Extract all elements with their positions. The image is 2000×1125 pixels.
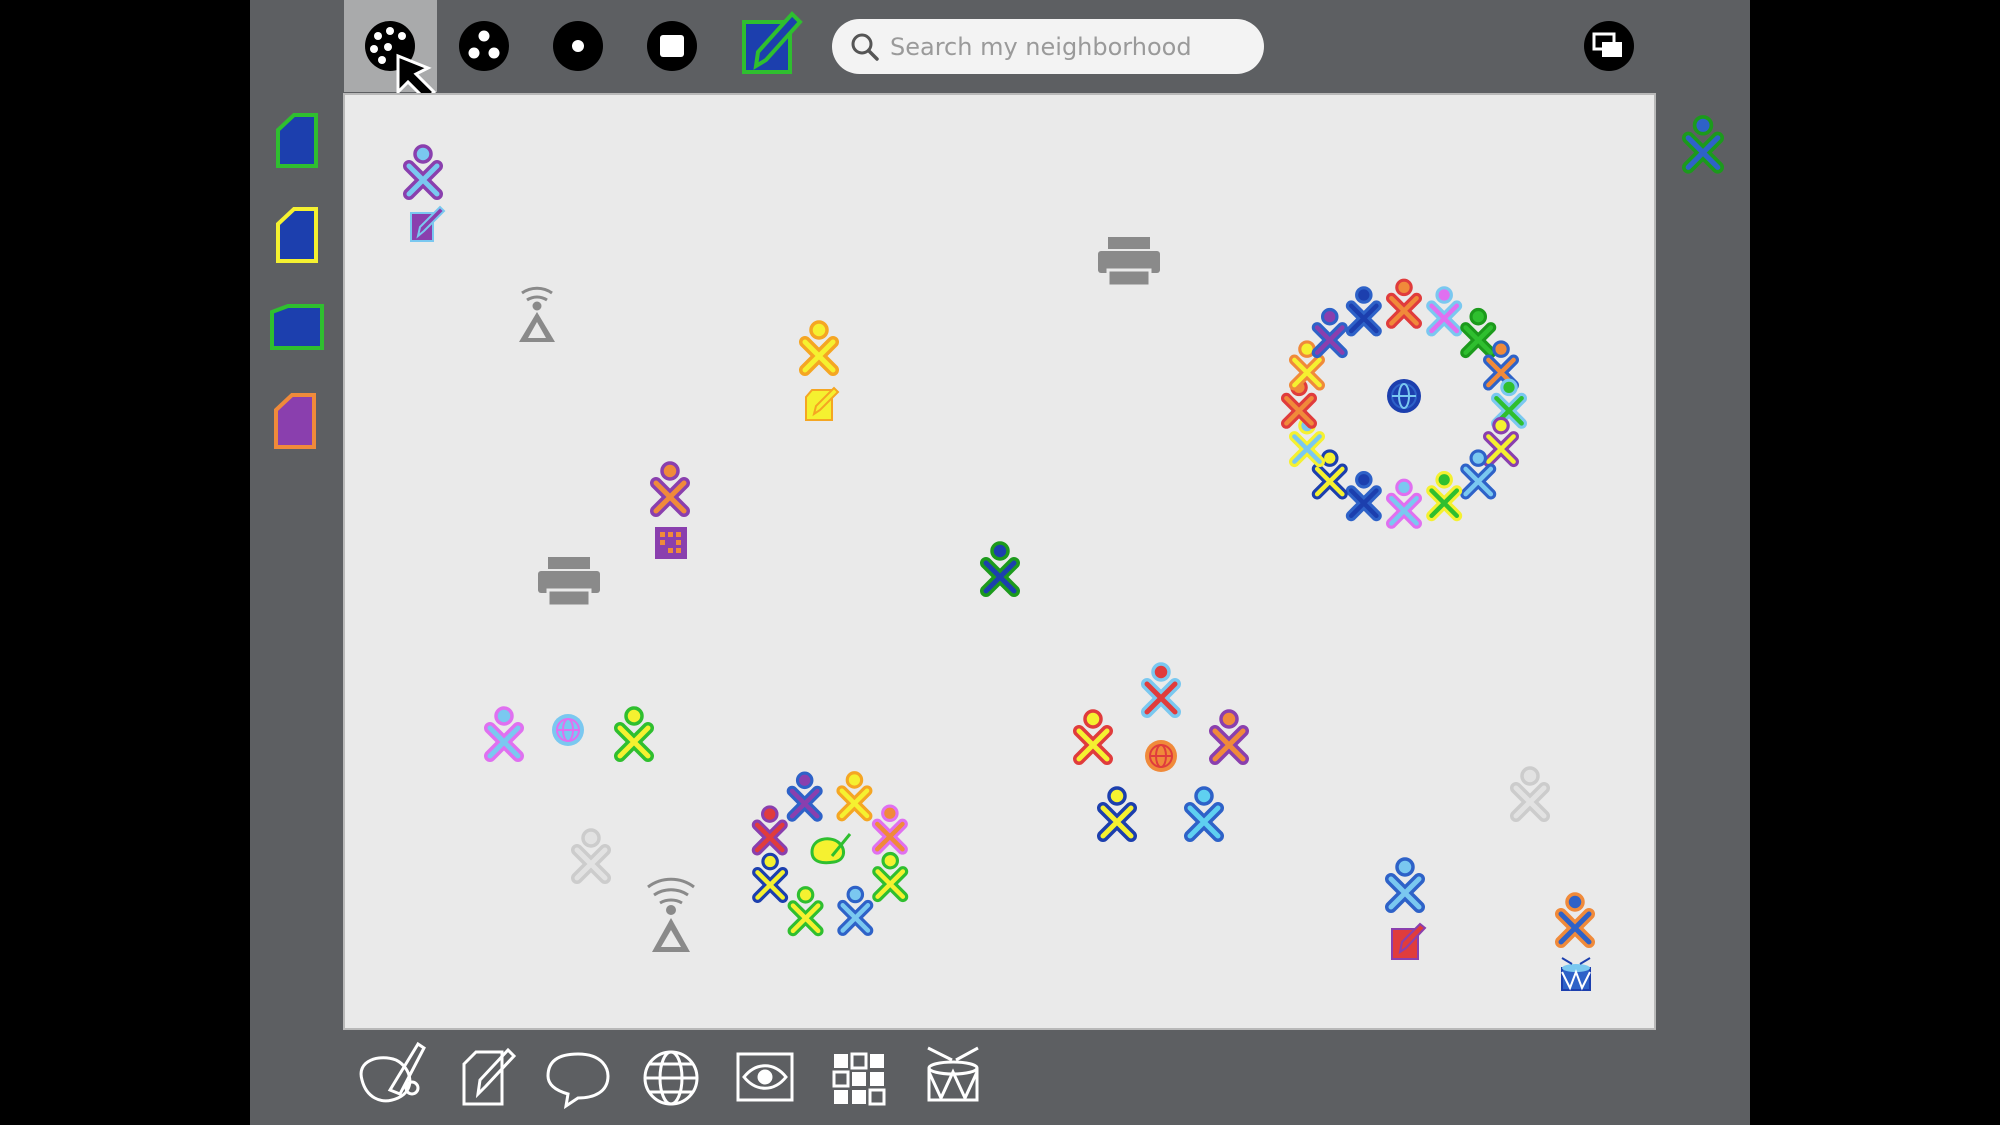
write-activity-launch-button[interactable] (462, 1047, 517, 1106)
paint-icon (359, 1041, 426, 1103)
grid-activity-button[interactable] (832, 1052, 886, 1106)
paint-activity-button[interactable] (359, 1041, 426, 1103)
view-source-button[interactable] (736, 1052, 794, 1102)
grid-icon (832, 1052, 886, 1106)
write-icon (462, 1047, 517, 1106)
tamtam-activity-button[interactable] (927, 1046, 979, 1102)
eye-icon (736, 1052, 794, 1102)
bottom-toolbar (359, 1041, 979, 1110)
browse-activity-button[interactable] (643, 1050, 699, 1106)
globe-icon (643, 1050, 699, 1106)
chat-icon (546, 1052, 610, 1110)
drum-icon (927, 1046, 979, 1102)
chat-activity-button[interactable] (546, 1052, 610, 1110)
